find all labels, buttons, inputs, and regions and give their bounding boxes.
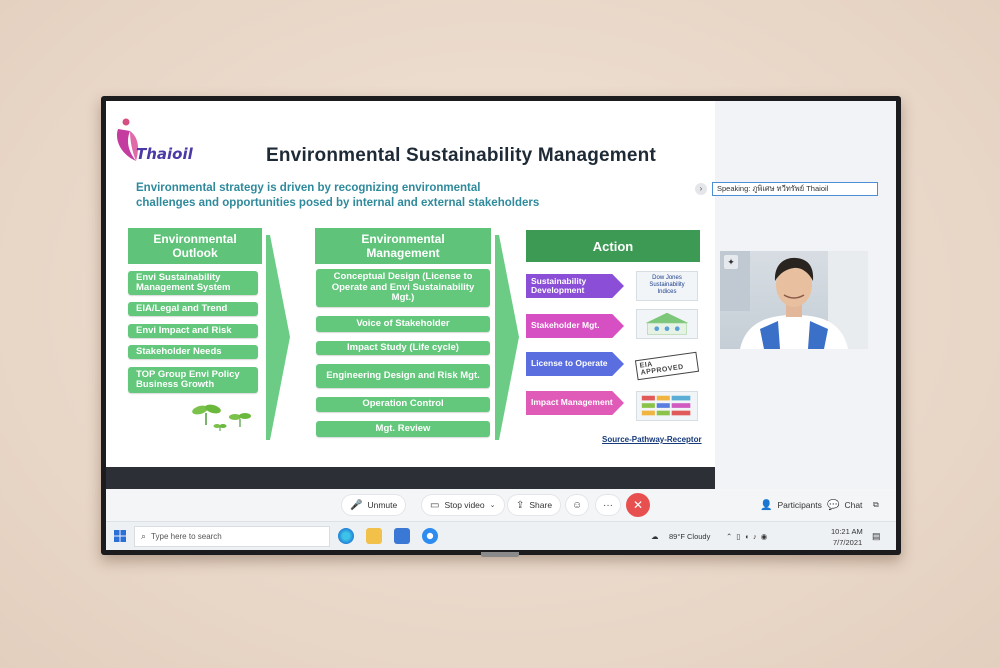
stakeholder-diagram-icon	[636, 309, 698, 339]
outlook-item: Envi Sustainability Management System	[128, 271, 258, 295]
slide-title: Environmental Sustainability Management	[266, 145, 656, 166]
search-icon: ⌕	[141, 531, 147, 541]
camera-icon: ▭	[430, 499, 440, 511]
meeting-controls: 🎤 Unmute ▭ Stop video ⌄ ⇪ Share ☺ ··· ✕	[106, 489, 896, 521]
webex-icon[interactable]	[422, 528, 438, 544]
expand-button[interactable]: ⧉	[869, 495, 883, 515]
stop-video-label: Stop video	[444, 500, 485, 510]
outlook-item: TOP Group Envi Policy Business Growth	[128, 367, 258, 393]
chat-button[interactable]: 💬 Chat	[819, 495, 870, 515]
action-item-impact: Impact Management	[526, 391, 624, 415]
participants-label: Participants	[777, 500, 822, 510]
djsi-line-2: Sustainability Indices	[649, 282, 685, 295]
management-item: Voice of Stakeholder	[316, 316, 490, 332]
shared-slide: Thaioil Environmental Sustainability Man…	[106, 101, 715, 489]
file-explorer-icon[interactable]	[366, 528, 382, 544]
djsi-line-1: Dow Jones	[652, 275, 682, 281]
stop-video-button[interactable]: ▭ Stop video ⌄	[422, 495, 504, 515]
windows-taskbar: ⌕ Type here to search ☁ 89°F Cloudy ⌃▯◖♪…	[106, 521, 896, 550]
close-icon: ✕	[632, 498, 644, 512]
search-placeholder: Type here to search	[151, 532, 222, 541]
management-item: Operation Control	[316, 397, 490, 412]
weather-text[interactable]: 89°F Cloudy	[669, 532, 710, 541]
outlook-item: EIA/Legal and Trend	[128, 302, 258, 316]
management-header: Environmental Management	[315, 228, 491, 264]
outlook-header-line-1: Environmental	[153, 232, 237, 246]
eia-stamp: EIA APPROVED	[634, 351, 700, 381]
end-call-button[interactable]: ✕	[626, 493, 650, 517]
management-header-line-1: Environmental	[361, 232, 445, 246]
management-item: Mgt. Review	[316, 421, 490, 437]
management-item: Conceptual Design (License to Operate an…	[316, 269, 490, 307]
flow-arrow-2	[495, 235, 519, 440]
seedling-icon	[192, 404, 251, 431]
participant-video	[720, 251, 868, 349]
source-link[interactable]: Source-Pathway-Receptor	[602, 435, 702, 444]
outlook-header: Environmental Outlook	[128, 228, 262, 264]
outlook-header-line-2: Outlook	[172, 246, 218, 260]
subtitle-line-1: Environmental strategy is driven by reco…	[136, 182, 481, 194]
notification-icon[interactable]: ▤	[872, 531, 881, 542]
flow-arrow-1	[266, 235, 290, 440]
chevron-right-icon[interactable]: ›	[695, 183, 707, 195]
action-item-stakeholder: Stakeholder Mgt.	[526, 314, 624, 338]
reactions-button[interactable]: ☺	[566, 495, 589, 515]
tv-stand	[481, 552, 519, 557]
taskbar-search[interactable]: ⌕ Type here to search	[134, 526, 330, 547]
unmute-button[interactable]: 🎤 Unmute	[342, 495, 406, 515]
clock-date[interactable]: 7/7/2021	[833, 538, 862, 547]
slide-footer-bar	[106, 467, 715, 489]
eia-stamp-text: EIA APPROVED	[634, 351, 700, 381]
system-tray-icons[interactable]: ⌃▯◖♪◉	[726, 532, 771, 541]
mail-icon[interactable]	[394, 528, 410, 544]
weather-icon: ☁	[651, 532, 659, 541]
participants-icon: 👤	[760, 499, 773, 511]
action-item-sustainability: Sustainability Development	[526, 274, 624, 298]
share-label: Share	[529, 500, 553, 510]
chat-label: Chat	[844, 500, 863, 510]
logo-text: Thaioil	[136, 145, 193, 163]
action-item-license: License to Operate	[526, 352, 624, 376]
outlook-item: Stakeholder Needs	[128, 345, 258, 359]
participant-video-tile[interactable]: ✦	[720, 251, 868, 349]
outlook-item: Envi Impact and Risk	[128, 324, 258, 338]
microphone-off-icon: 🎤	[350, 499, 363, 511]
speaking-indicator: Speaking: ภูพิเศษ ทวีทรัพย์ Thaioil	[712, 182, 878, 196]
share-button[interactable]: ⇪ Share	[508, 495, 561, 515]
management-header-line-2: Management	[366, 246, 440, 260]
unmute-label: Unmute	[367, 500, 398, 510]
tv-frame: Thaioil Environmental Sustainability Man…	[101, 96, 901, 555]
meeting-screen: Thaioil Environmental Sustainability Man…	[106, 101, 896, 550]
share-icon: ⇪	[516, 499, 525, 511]
slide-subtitle: Environmental strategy is driven by reco…	[136, 181, 566, 211]
management-item: Impact Study (Life cycle)	[316, 341, 490, 355]
chat-icon: 💬	[827, 499, 840, 511]
more-button[interactable]: ···	[596, 495, 620, 515]
clock-time[interactable]: 10:21 AM	[831, 527, 863, 536]
impact-matrix-icon	[636, 391, 698, 421]
expand-icon: ⧉	[873, 500, 879, 509]
pin-icon[interactable]: ✦	[724, 255, 738, 269]
chevron-down-icon[interactable]: ⌄	[490, 501, 496, 509]
djsi-thumbnail: Dow Jones Sustainability Indices	[636, 271, 698, 301]
more-icon: ···	[603, 499, 613, 511]
action-header: Action	[526, 230, 700, 262]
windows-start-icon[interactable]	[114, 530, 126, 542]
smiley-icon: ☺	[572, 499, 583, 511]
edge-icon[interactable]	[338, 528, 354, 544]
subtitle-line-2: challenges and opportunities posed by in…	[136, 197, 540, 209]
management-item: Engineering Design and Risk Mgt.	[316, 364, 490, 388]
